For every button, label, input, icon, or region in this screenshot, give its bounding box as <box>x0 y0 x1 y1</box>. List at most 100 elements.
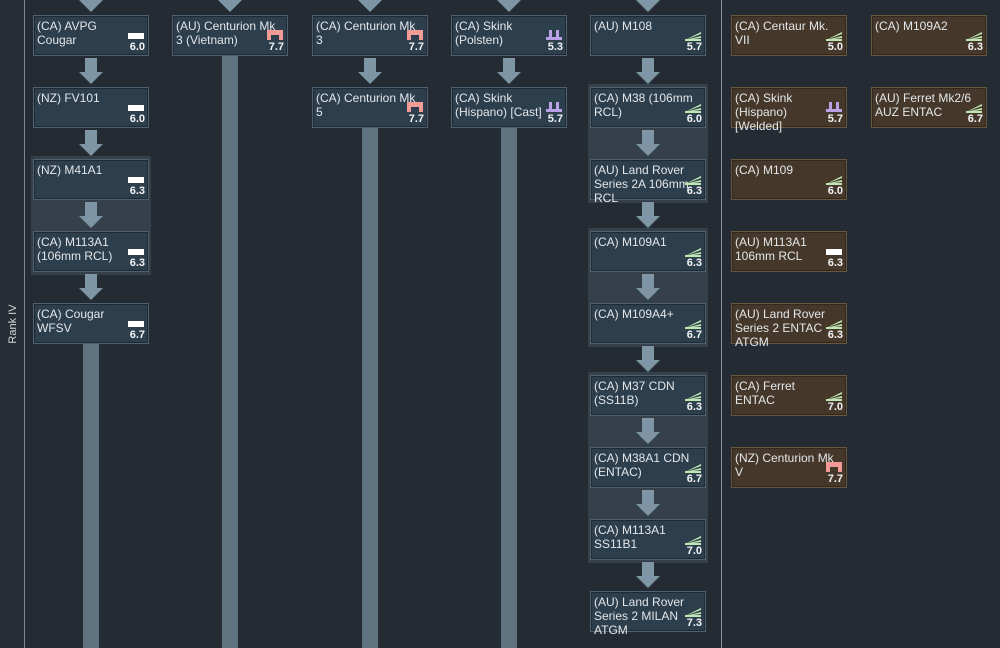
light-tank-icon <box>127 172 145 184</box>
vehicle-name: (CA) Centurion Mk 5 <box>316 91 416 119</box>
heavy-tank-icon <box>825 460 843 472</box>
battle-rating: 7.0 <box>686 545 702 557</box>
rank-strip: Rank IV <box>0 0 25 648</box>
battle-rating: 7.0 <box>827 401 843 413</box>
vehicle-card[interactable]: (CA) AVPG Cougar 6.0 <box>33 15 149 56</box>
vehicle-card[interactable]: (CA) Skink (Hispano) [Cast] 5.7 <box>451 87 567 128</box>
tank-destroyer-icon <box>825 388 843 401</box>
vehicle-name: (CA) Skink (Hispano) [Cast] <box>455 91 542 119</box>
vehicle-name: (CA) M113A1 (106mm RCL) <box>37 235 113 263</box>
vehicle-card[interactable]: (CA) M113A1 SS11B1 7.0 <box>590 519 706 560</box>
battle-rating: 6.3 <box>129 185 145 197</box>
vehicle-card[interactable]: (AU) Land Rover Series 2 ENTAC ATGM 6.3 <box>731 303 847 349</box>
vehicle-card[interactable]: (AU) Centurion Mk 3 (Vietnam) 7.7 <box>172 15 288 56</box>
battle-rating: 5.3 <box>547 41 563 53</box>
tree-rail <box>222 56 238 648</box>
connector-arrow <box>79 274 103 302</box>
battle-rating: 7.7 <box>268 41 284 53</box>
vehicle-card[interactable]: (CA) M109A1 6.3 <box>590 231 706 272</box>
spaa-icon <box>825 100 843 112</box>
vehicle-card[interactable]: (CA) M109 6.0 <box>731 159 847 200</box>
vehicle-card[interactable]: (CA) Ferret ENTAC 7.0 <box>731 375 847 416</box>
battle-rating: 6.7 <box>686 473 702 485</box>
vehicle-name: (CA) M113A1 SS11B1 <box>594 523 666 551</box>
vehicle-card[interactable]: (NZ) Centurion Mk V 7.7 <box>731 447 847 488</box>
battle-rating: 5.0 <box>827 41 843 53</box>
tank-destroyer-icon <box>965 100 983 113</box>
vehicle-card[interactable]: (CA) Skink (Hispano) [Welded] 5.7 <box>731 87 847 133</box>
connector-arrow <box>636 562 660 590</box>
light-tank-icon <box>127 244 145 256</box>
tank-destroyer-icon <box>684 460 702 473</box>
connector-arrow <box>79 202 103 230</box>
vehicle-name: (CA) M37 CDN (SS11B) <box>594 379 675 407</box>
tank-destroyer-icon <box>684 244 702 257</box>
vehicle-name: (CA) Centaur Mk. VII <box>735 19 829 47</box>
tank-destroyer-icon <box>684 532 702 545</box>
battle-rating: 6.0 <box>827 185 843 197</box>
connector-arrow <box>79 58 103 86</box>
vehicle-name: (CA) Skink (Hispano) [Welded] <box>735 91 793 133</box>
vehicle-card[interactable]: (AU) Ferret Mk2/6 AUZ ENTAC 6.7 <box>871 87 987 128</box>
vehicle-card[interactable]: (CA) Centurion Mk 5 7.7 <box>312 87 428 128</box>
vehicle-card[interactable]: (CA) M38A1 CDN (ENTAC) 6.7 <box>590 447 706 488</box>
vehicle-card[interactable]: (CA) Centurion Mk 3 7.7 <box>312 15 428 56</box>
tank-destroyer-icon <box>684 172 702 185</box>
vehicle-name: (CA) M109 <box>735 163 794 177</box>
vehicle-card[interactable]: (AU) Land Rover Series 2 MILAN ATGM 7.3 <box>590 591 706 637</box>
vehicle-name: (NZ) FV101 <box>37 91 100 105</box>
connector-arrow <box>636 274 660 302</box>
battle-rating: 6.3 <box>686 185 702 197</box>
connector-arrow <box>497 0 521 14</box>
connector-arrow <box>636 346 660 374</box>
tank-destroyer-icon <box>965 28 983 41</box>
vehicle-card[interactable]: (AU) M113A1 106mm RCL 6.3 <box>731 231 847 272</box>
connector-arrow <box>497 58 521 86</box>
vehicle-name: (CA) Ferret ENTAC <box>735 379 795 407</box>
light-tank-icon <box>127 28 145 40</box>
vehicle-name: (NZ) Centurion Mk V <box>735 451 834 479</box>
battle-rating: 6.3 <box>129 257 145 269</box>
vehicle-name: (AU) M108 <box>594 19 653 33</box>
vehicle-name: (CA) M109A4+ <box>594 307 674 321</box>
vehicle-card[interactable]: (CA) M109A4+ 6.7 <box>590 303 706 344</box>
battle-rating: 6.3 <box>827 329 843 341</box>
heavy-tank-icon <box>406 28 424 40</box>
vehicle-name: (AU) M113A1 106mm RCL <box>735 235 807 263</box>
vehicle-card[interactable]: (AU) M108 5.7 <box>590 15 706 56</box>
tank-destroyer-icon <box>825 172 843 185</box>
battle-rating: 7.3 <box>686 617 702 629</box>
heavy-tank-icon <box>266 28 284 40</box>
connector-arrow <box>636 58 660 86</box>
tank-destroyer-icon <box>825 28 843 41</box>
battle-rating: 6.3 <box>686 401 702 413</box>
vehicle-name: (CA) Cougar WFSV <box>37 307 105 335</box>
tank-destroyer-icon <box>684 28 702 41</box>
tree-rail <box>501 128 517 648</box>
vehicle-name: (AU) Centurion Mk 3 (Vietnam) <box>176 19 276 47</box>
vehicle-card[interactable]: (CA) Skink (Polsten) 5.3 <box>451 15 567 56</box>
vehicle-name: (CA) AVPG Cougar <box>37 19 97 47</box>
tank-destroyer-icon <box>684 316 702 329</box>
vehicle-card[interactable]: (CA) M109A2 6.3 <box>871 15 987 56</box>
battle-rating: 7.7 <box>408 41 424 53</box>
tank-destroyer-icon <box>684 604 702 617</box>
tank-destroyer-icon <box>825 316 843 329</box>
vehicle-card[interactable]: (CA) M37 CDN (SS11B) 6.3 <box>590 375 706 416</box>
vehicle-card[interactable]: (CA) Cougar WFSV 6.7 <box>33 303 149 344</box>
vehicle-name: (AU) Land Rover Series 2 MILAN ATGM <box>594 595 685 637</box>
battle-rating: 5.7 <box>686 41 702 53</box>
vehicle-card[interactable]: (CA) M113A1 (106mm RCL) 6.3 <box>33 231 149 272</box>
vehicle-card[interactable]: (CA) Centaur Mk. VII 5.0 <box>731 15 847 56</box>
battle-rating: 6.7 <box>686 329 702 341</box>
connector-arrow <box>79 130 103 158</box>
vehicle-name: (CA) M38A1 CDN (ENTAC) <box>594 451 690 479</box>
vehicle-card[interactable]: (NZ) M41A1 6.3 <box>33 159 149 200</box>
vehicle-card[interactable]: (CA) M38 (106mm RCL) 6.0 <box>590 87 706 128</box>
vehicle-name: (CA) Skink (Polsten) <box>455 19 513 47</box>
vehicle-card[interactable]: (AU) Land Rover Series 2A 106mm RCL 6.3 <box>590 159 706 205</box>
tank-destroyer-icon <box>684 100 702 113</box>
vehicle-card[interactable]: (NZ) FV101 6.0 <box>33 87 149 128</box>
connector-arrow <box>636 202 660 230</box>
battle-rating: 6.7 <box>129 329 145 341</box>
